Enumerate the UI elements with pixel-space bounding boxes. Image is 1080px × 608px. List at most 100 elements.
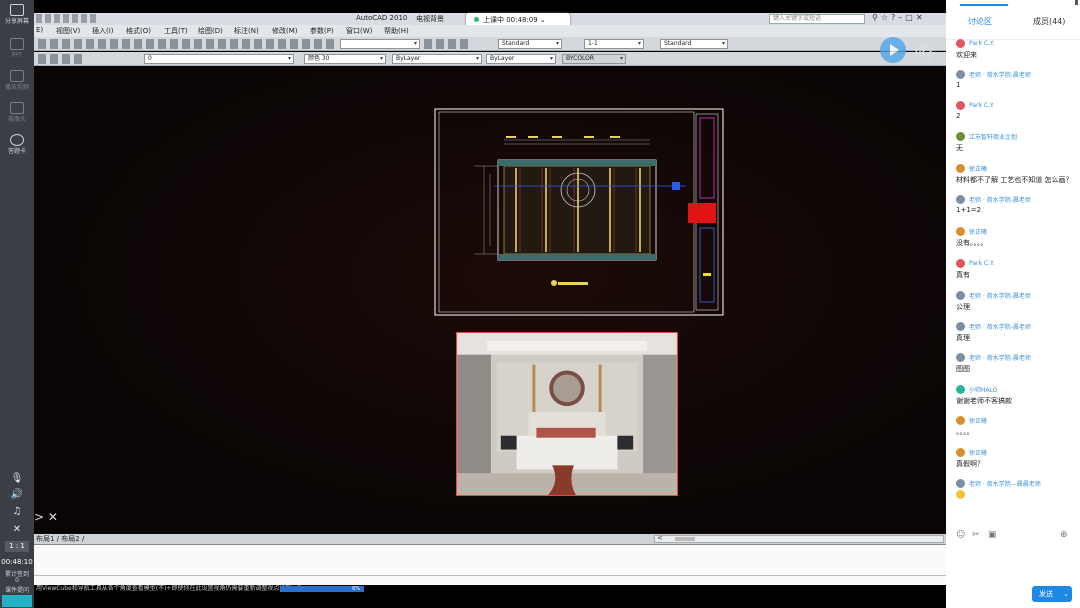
layer-combo[interactable]: 0: [144, 54, 294, 64]
command-line: 用ViewCube和导航工具从各个角度查看模型(不)+即使你在此设置视角仍需要重…: [34, 585, 946, 593]
message-text: 公理: [956, 303, 970, 311]
table-style-combo[interactable]: Standard: [660, 39, 728, 49]
message-text: 没有。。。。: [956, 239, 988, 247]
fullscreen-icon[interactable]: ✕: [0, 524, 34, 535]
share-screen-label: 分享屏幕: [4, 18, 29, 25]
play-video-button[interactable]: 播放视频: [0, 70, 34, 92]
chat-message: 江苏智轩商业企划无: [956, 131, 1076, 153]
avatar: [956, 478, 965, 488]
autocad-window: AutoCAD 2010 电视背景 键入关键字或短语 ⚲☆?–▢✕ 上课中 00…: [34, 0, 946, 608]
image-icon[interactable]: ▣: [988, 530, 997, 540]
share-screen-button[interactable]: 分享屏幕: [0, 4, 34, 26]
chat-message: 老师 · 荷水学院-晨老师公理: [956, 290, 1076, 312]
linetype-combo[interactable]: ByLayer: [392, 54, 482, 64]
chat-message: 老师 · 荷水学院-晨老师 1+1=2: [956, 194, 1076, 214]
ucs-icon: > ✕: [34, 510, 58, 524]
live-status-text: 上课中 00:48:09: [483, 16, 538, 24]
scroll-thumb[interactable]: [675, 537, 695, 541]
scissors-icon[interactable]: ✂: [972, 530, 980, 540]
chat-message: 徐正曦材料都不了解 工艺也不知道 怎么画？: [956, 163, 1076, 185]
workspace-combo[interactable]: [340, 39, 420, 49]
message-text: 1+1=2: [956, 206, 982, 214]
window-controls[interactable]: ⚲☆?–▢✕: [872, 13, 926, 22]
message-text: 1: [956, 81, 961, 89]
camera-button[interactable]: 摄像头: [0, 102, 34, 124]
send-label: 发送: [1039, 590, 1053, 598]
avatar: [956, 447, 965, 457]
sender-name: 江苏智轩商业企划: [969, 133, 1018, 141]
sender-name: 老师 · 荷水学院-晨老师: [969, 292, 1031, 300]
menu-modify[interactable]: 修改(M): [272, 26, 298, 36]
send-button[interactable]: 发送 ⌄: [1032, 586, 1072, 602]
music-icon[interactable]: ♫: [0, 506, 34, 517]
panel-tabs: 讨论区 成员(44): [946, 0, 1080, 40]
avatar: [956, 38, 965, 48]
menu-parametric[interactable]: 参数(P): [310, 26, 334, 36]
panel-scrollbar[interactable]: [1075, 0, 1078, 5]
tab-discussion[interactable]: 讨论区: [968, 16, 992, 27]
chat-message: 徐正曦 没有。。。。: [956, 226, 1076, 248]
sender-name: Park C.Y.: [969, 39, 995, 47]
answer-card-button[interactable]: 答题卡: [0, 134, 34, 156]
menu-view[interactable]: 视图(V): [56, 26, 80, 36]
chat-message: 小帅HALO 谢谢老师不客搞款: [956, 384, 1076, 406]
menu-format[interactable]: 格式(O): [126, 26, 151, 36]
layer-tool-icons[interactable]: [38, 54, 86, 64]
top-strip: [34, 0, 946, 13]
drawing-canvas[interactable]: > ✕: [34, 66, 946, 534]
message-text: 真理: [956, 334, 970, 342]
scroll-left-icon[interactable]: <: [657, 534, 663, 542]
self-video-thumbnail[interactable]: [2, 595, 32, 607]
properties-toolbar: 0 颜色 30 ByLayer ByLayer BYCOLOR: [34, 52, 946, 66]
camera-icon: [10, 102, 24, 114]
sender-name: 老师 · 荷水学院-晨老师: [969, 71, 1031, 79]
toolbar-icons-2[interactable]: [424, 39, 472, 49]
ratio-button[interactable]: 1 : 1: [5, 541, 29, 552]
menu-edit[interactable]: E): [36, 26, 43, 34]
chevron-down-icon[interactable]: ⌄: [1063, 586, 1069, 602]
speaker-icon[interactable]: 🔊: [0, 489, 34, 500]
dim-scale-combo[interactable]: 1-1: [584, 39, 644, 49]
horizontal-scrollbar[interactable]: <: [654, 534, 944, 543]
progress-bar: 6%: [280, 586, 364, 592]
emoji-icon[interactable]: ☺: [956, 530, 965, 540]
message-text: 真假啊？: [956, 460, 984, 468]
lineweight-combo[interactable]: ByLayer: [486, 54, 556, 64]
menu-dimension[interactable]: 标注(N): [234, 26, 259, 36]
tencent-classroom-logo: 腾讯: [880, 34, 946, 94]
command-separator: [34, 575, 946, 576]
answer-card-label: 答题卡: [7, 148, 26, 155]
text-style-combo[interactable]: Standard: [498, 39, 562, 49]
help-search-input[interactable]: 键入关键字或短语: [769, 14, 865, 24]
message-text: 材料都不了解 工艺也不知道 怎么画？: [956, 176, 1073, 184]
sender-name: 老师 · 荷水学院-晨老师: [969, 323, 1031, 331]
file-title: 电视背景: [416, 15, 444, 23]
sender-name: 徐正曦: [969, 449, 988, 457]
avatar: [956, 100, 965, 110]
color-combo[interactable]: 颜色 30: [304, 54, 386, 64]
sender-name: 徐正曦: [969, 165, 988, 173]
ppt-button[interactable]: PPT: [0, 38, 34, 60]
add-icon[interactable]: ⊕: [1060, 530, 1068, 540]
tab-members[interactable]: 成员(44): [1033, 16, 1065, 27]
toolbar-icons[interactable]: [38, 39, 334, 49]
plot-style-combo[interactable]: BYCOLOR: [562, 54, 626, 64]
command-window[interactable]: [34, 544, 946, 585]
menu-draw[interactable]: 绘图(D): [198, 26, 223, 36]
play-video-label: 播放视频: [4, 84, 29, 91]
menu-tools[interactable]: 工具(T): [164, 26, 188, 36]
sender-name: 老师 · 荷水学院—晨晨老师: [969, 480, 1041, 488]
sender-name: Park C.Y.: [969, 101, 995, 109]
menu-help[interactable]: 帮助(H): [384, 26, 409, 36]
message-text: 真有: [956, 271, 970, 279]
chat-message: 老师 · 荷水学院-晨老师 图图: [956, 352, 1076, 374]
quick-access-toolbar[interactable]: [36, 14, 96, 23]
menu-window[interactable]: 窗口(W): [346, 26, 372, 36]
message-text: 2: [956, 112, 961, 120]
mic-muted-icon[interactable]: 🎙: [0, 473, 34, 484]
avatar: [956, 384, 965, 394]
menu-insert[interactable]: 插入(I): [92, 26, 114, 36]
avatar: [956, 131, 965, 141]
avatar: [956, 321, 965, 331]
avatar: [956, 194, 965, 204]
